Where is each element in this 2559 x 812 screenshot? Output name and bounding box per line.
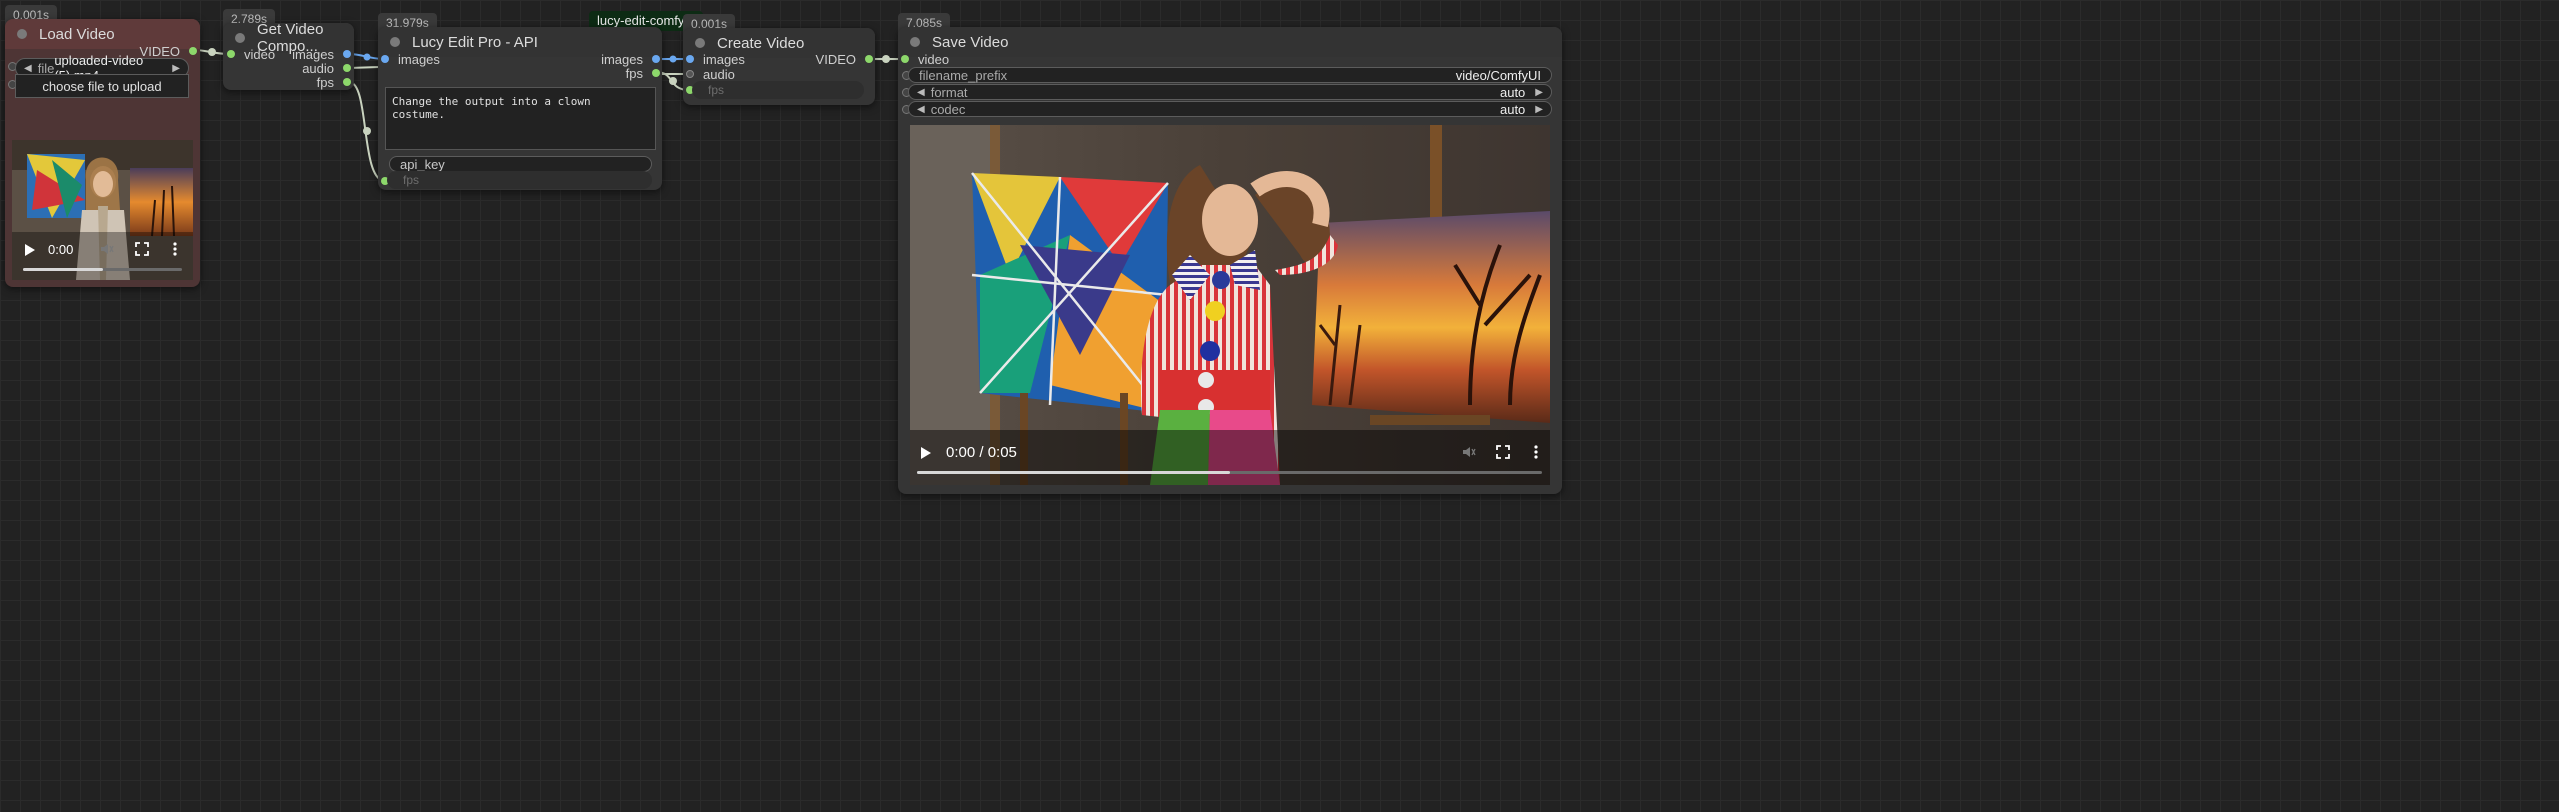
input-pin-icon[interactable] [686, 70, 694, 78]
collapse-dot-icon[interactable] [910, 37, 920, 47]
widget-value: video/ComfyUI [1455, 67, 1541, 83]
video-progress-bar[interactable] [23, 268, 182, 271]
output-pin-icon[interactable] [865, 55, 873, 63]
input-pin-icon[interactable] [381, 55, 389, 63]
node-title: Save Video [932, 33, 1009, 51]
get-video-components-node[interactable]: Get Video Compo... video images audio fp… [223, 21, 354, 90]
arrow-left-icon[interactable]: ◀ [24, 63, 32, 74]
video-controls: 0:00 [12, 232, 193, 280]
slot-label: images [398, 51, 440, 67]
arrow-right-icon[interactable]: ▶ [1535, 87, 1543, 98]
output-pin-icon[interactable] [343, 50, 351, 58]
input-slot-audio[interactable]: audio [686, 66, 735, 82]
output-slot-fps[interactable]: fps [317, 74, 351, 90]
input-video-player[interactable]: 0:00 [12, 140, 193, 280]
slot-label: images [703, 51, 745, 67]
play-icon[interactable] [920, 446, 932, 460]
volume-icon[interactable] [1462, 445, 1476, 459]
input-pin-icon[interactable] [901, 55, 909, 63]
collapse-dot-icon[interactable] [17, 29, 27, 39]
prompt-textarea[interactable]: Change the output into a clown costume. [385, 87, 656, 150]
arrow-right-icon[interactable]: ▶ [1535, 104, 1543, 115]
output-slot-fps[interactable]: fps [626, 65, 660, 81]
fullscreen-icon[interactable] [1496, 445, 1510, 459]
output-slot-video[interactable]: VIDEO [816, 51, 873, 67]
filename-prefix-input[interactable]: filename_prefix video/ComfyUI [908, 67, 1552, 83]
widget-value: auto [1499, 84, 1526, 100]
output-pin-icon[interactable] [343, 64, 351, 72]
node-title: Load Video [39, 25, 115, 43]
output-pin-icon[interactable] [652, 69, 660, 77]
save-video-node[interactable]: Save Video video filename_prefix video/C… [898, 27, 1562, 494]
input-pin-icon[interactable] [227, 50, 235, 58]
slot-label: fps [316, 74, 334, 90]
more-options-icon[interactable] [1533, 444, 1539, 460]
output-pin-icon[interactable] [652, 55, 660, 63]
lucy-edit-pro-node[interactable]: Lucy Edit Pro - API images images fps Ch… [378, 27, 662, 190]
input-slot-images[interactable]: images [381, 51, 440, 67]
slot-label: video [244, 46, 276, 62]
fps-input-disabled: fps [692, 81, 864, 99]
collapse-dot-icon[interactable] [390, 37, 400, 47]
video-controls: 0:00 / 0:05 [910, 430, 1550, 485]
widget-label: api_key [400, 156, 445, 172]
progress-fill [917, 471, 1230, 474]
node-title: Lucy Edit Pro - API [412, 33, 538, 51]
video-progress-bar[interactable] [917, 471, 1542, 474]
progress-fill [23, 268, 103, 271]
slot-label: VIDEO [815, 51, 856, 67]
input-slot-images[interactable]: images [686, 51, 745, 67]
slot-label: video [918, 51, 950, 67]
format-select[interactable]: ◀ format auto ▶ [908, 84, 1552, 100]
widget-label: fps [403, 173, 420, 187]
more-options-icon[interactable] [172, 241, 178, 257]
collapse-dot-icon[interactable] [235, 33, 245, 43]
upload-button[interactable]: choose file to upload [15, 74, 189, 98]
slot-label: fps [625, 65, 643, 81]
output-pin-icon[interactable] [189, 47, 197, 55]
volume-icon[interactable] [100, 242, 114, 256]
create-video-node[interactable]: Create Video images audio fps VIDEO [683, 28, 875, 105]
widget-value: auto [1499, 101, 1526, 117]
video-time: 0:00 / 0:05 [946, 444, 1017, 461]
arrow-right-icon[interactable]: ▶ [172, 63, 180, 74]
widget-label: format [930, 84, 968, 100]
codec-select[interactable]: ◀ codec auto ▶ [908, 101, 1552, 117]
play-icon[interactable] [24, 243, 36, 257]
fps-input-disabled: fps [387, 171, 652, 189]
arrow-left-icon[interactable]: ◀ [917, 87, 925, 98]
input-pin-icon[interactable] [686, 55, 694, 63]
input-slot-video[interactable]: video [227, 46, 275, 62]
load-video-node[interactable]: Load Video VIDEO ◀ file uploaded-video (… [5, 19, 200, 287]
collapse-dot-icon[interactable] [695, 38, 705, 48]
output-pin-icon[interactable] [343, 78, 351, 86]
fullscreen-icon[interactable] [135, 242, 149, 256]
api-key-input[interactable]: api_key [389, 156, 652, 172]
output-video-player[interactable]: 0:00 / 0:05 [910, 125, 1550, 485]
slot-label: audio [703, 66, 735, 82]
widget-label: filename_prefix [919, 67, 1008, 83]
node-title: Create Video [717, 34, 805, 52]
video-time: 0:00 [48, 242, 74, 257]
widget-label: fps [708, 83, 725, 97]
widget-label: codec [930, 101, 966, 117]
node-header[interactable]: Save Video [898, 27, 1562, 57]
arrow-left-icon[interactable]: ◀ [917, 104, 925, 115]
input-slot-video[interactable]: video [901, 51, 949, 67]
